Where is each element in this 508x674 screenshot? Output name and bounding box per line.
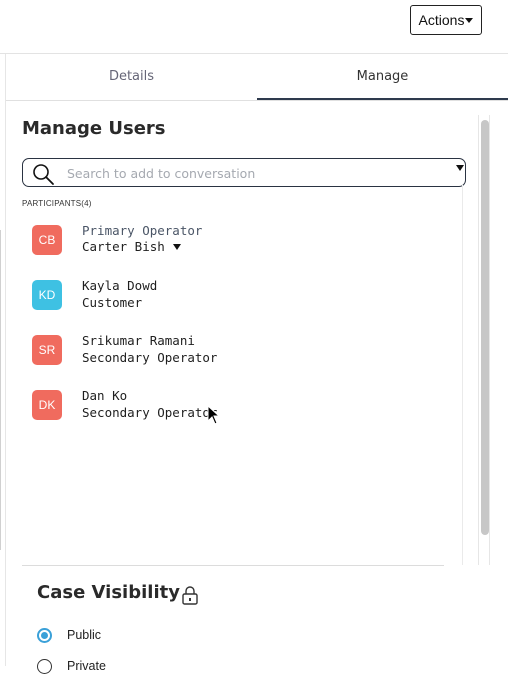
participant-role: Customer (82, 295, 143, 310)
list-item-participant: SR Srikumar Ramani Secondary Operator (32, 333, 452, 381)
actions-label: Actions (418, 12, 465, 28)
search-input[interactable]: Search to add to conversation (22, 158, 466, 187)
participant-name: Dan Ko (82, 388, 128, 403)
case-visibility-title: Case Visibility (37, 582, 180, 603)
participant-name: Kayla Dowd (82, 278, 158, 293)
panel-divider (462, 185, 463, 565)
mouse-cursor-icon (207, 405, 221, 425)
avatar: KD (32, 280, 62, 310)
list-item-participant: CB Primary Operator Carter Bish (32, 223, 452, 271)
avatar: SR (32, 335, 62, 365)
section-divider (22, 565, 444, 566)
actions-button[interactable]: Actions (410, 5, 482, 35)
avatar: CB (32, 225, 62, 255)
visibility-private-label: Private (67, 659, 106, 673)
participants-count-label: PARTICIPANTS(4) (22, 199, 92, 208)
search-icon (33, 164, 54, 185)
operator-select[interactable]: Carter Bish (82, 239, 181, 254)
top-bar: Actions (0, 0, 508, 54)
participant-role: Secondary Operator (82, 350, 218, 365)
visibility-public-label: Public (67, 628, 102, 642)
avatar: DK (32, 390, 62, 420)
visibility-public-radio[interactable] (37, 628, 52, 643)
left-panel-divider (0, 230, 1, 550)
visibility-private-radio[interactable] (37, 659, 52, 674)
search-placeholder: Search to add to conversation (67, 166, 256, 181)
list-item-participant: KD Kayla Dowd Customer (32, 278, 452, 326)
tab-manage[interactable]: Manage (257, 54, 508, 100)
scrollbar-thumb[interactable] (481, 120, 489, 535)
participant-role: Primary Operator (82, 223, 203, 238)
chevron-down-icon (172, 244, 181, 250)
chevron-down-icon[interactable] (456, 165, 464, 171)
manage-users-title: Manage Users (22, 118, 166, 139)
participant-name: Srikumar Ramani (82, 333, 195, 348)
tab-bar: Details Manage (6, 54, 508, 101)
list-item-participant: DK Dan Ko Secondary Operator (32, 388, 452, 436)
lock-icon (182, 586, 198, 605)
participant-name: Carter Bish (82, 239, 165, 254)
participant-role: Secondary Operator (82, 405, 218, 420)
chevron-down-icon (465, 17, 474, 23)
tab-details[interactable]: Details (6, 54, 257, 99)
